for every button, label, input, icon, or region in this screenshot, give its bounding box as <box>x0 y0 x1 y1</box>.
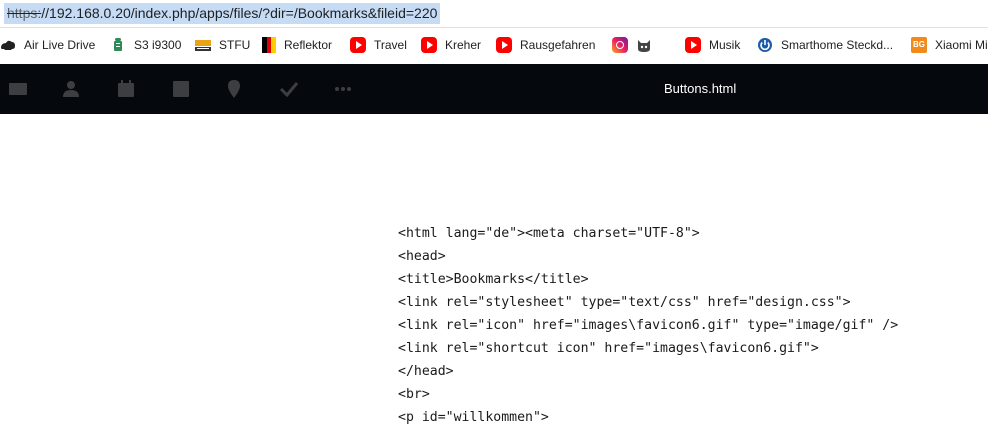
bookmark-xiaomi[interactable]: BG Xiaomi Mi <box>911 36 988 54</box>
code-line: <p id="willkommen"> <box>398 410 549 425</box>
bookmark-smarthome[interactable]: Smarthome Steckd... <box>757 36 893 54</box>
instagram-icon <box>612 37 628 53</box>
code-line: <br> <box>398 387 430 402</box>
code-line: <html lang="de"><meta charset="UTF-8"> <box>398 226 700 241</box>
youtube-icon <box>421 37 437 53</box>
code-line: <link rel="stylesheet" type="text/css" h… <box>398 295 851 310</box>
bookmark-s3-i9300[interactable]: S3 i9300 <box>110 36 181 54</box>
youtube-icon <box>685 37 701 53</box>
code-listing: <html lang="de"><meta charset="UTF-8"> <… <box>398 222 898 429</box>
bookmark-kreher[interactable]: Kreher <box>421 36 481 54</box>
code-line: </head> <box>398 364 454 379</box>
file-viewer: <html lang="de"><meta charset="UTF-8"> <… <box>0 114 988 429</box>
banggood-icon: BG <box>911 37 927 53</box>
stfu-news-icon <box>195 37 211 53</box>
cat-icon <box>636 37 652 53</box>
contacts-icon[interactable] <box>61 79 81 99</box>
tasks-icon[interactable] <box>279 79 299 99</box>
app-header: Buttons.html <box>0 64 988 114</box>
air-live-drive-icon <box>0 37 16 53</box>
maps-icon[interactable] <box>224 79 244 99</box>
url-scheme-insecure: https: <box>7 5 42 21</box>
bookmark-instagram[interactable] <box>612 36 636 54</box>
android-icon <box>110 37 126 53</box>
url-input[interactable]: https://192.168.0.20/index.php/apps/file… <box>4 3 441 24</box>
bookmark-musik[interactable]: Musik <box>685 36 740 54</box>
power-icon <box>757 37 773 53</box>
youtube-icon <box>350 37 366 53</box>
german-flag-icon <box>262 37 277 53</box>
bookmark-travel[interactable]: Travel <box>350 36 407 54</box>
bookmark-stfu[interactable]: STFU <box>195 36 250 54</box>
youtube-icon <box>496 37 512 53</box>
calendar-icon[interactable] <box>116 79 136 99</box>
code-line: <link rel="shortcut icon" href="images\f… <box>398 341 819 356</box>
code-line: <title>Bookmarks</title> <box>398 272 589 287</box>
bookmarks-bar: Air Live Drive S3 i9300 STFU Reflektor T… <box>0 28 988 64</box>
mail-icon[interactable] <box>8 79 28 99</box>
bookmark-rausgefahren[interactable]: Rausgefahren <box>496 36 595 54</box>
bookmark-air-live-drive[interactable]: Air Live Drive <box>0 36 95 54</box>
bookmark-cat[interactable] <box>636 36 660 54</box>
more-icon[interactable] <box>333 79 353 99</box>
code-line: <link rel="icon" href="images\favicon6.g… <box>398 318 899 333</box>
file-title: Buttons.html <box>664 81 737 96</box>
address-bar[interactable]: https://192.168.0.20/index.php/apps/file… <box>0 0 988 28</box>
url-text: //192.168.0.20/index.php/apps/files/?dir… <box>41 5 438 21</box>
notes-icon[interactable] <box>171 79 191 99</box>
bookmark-reflektor[interactable]: Reflektor <box>262 36 332 54</box>
code-line: <head> <box>398 249 446 264</box>
